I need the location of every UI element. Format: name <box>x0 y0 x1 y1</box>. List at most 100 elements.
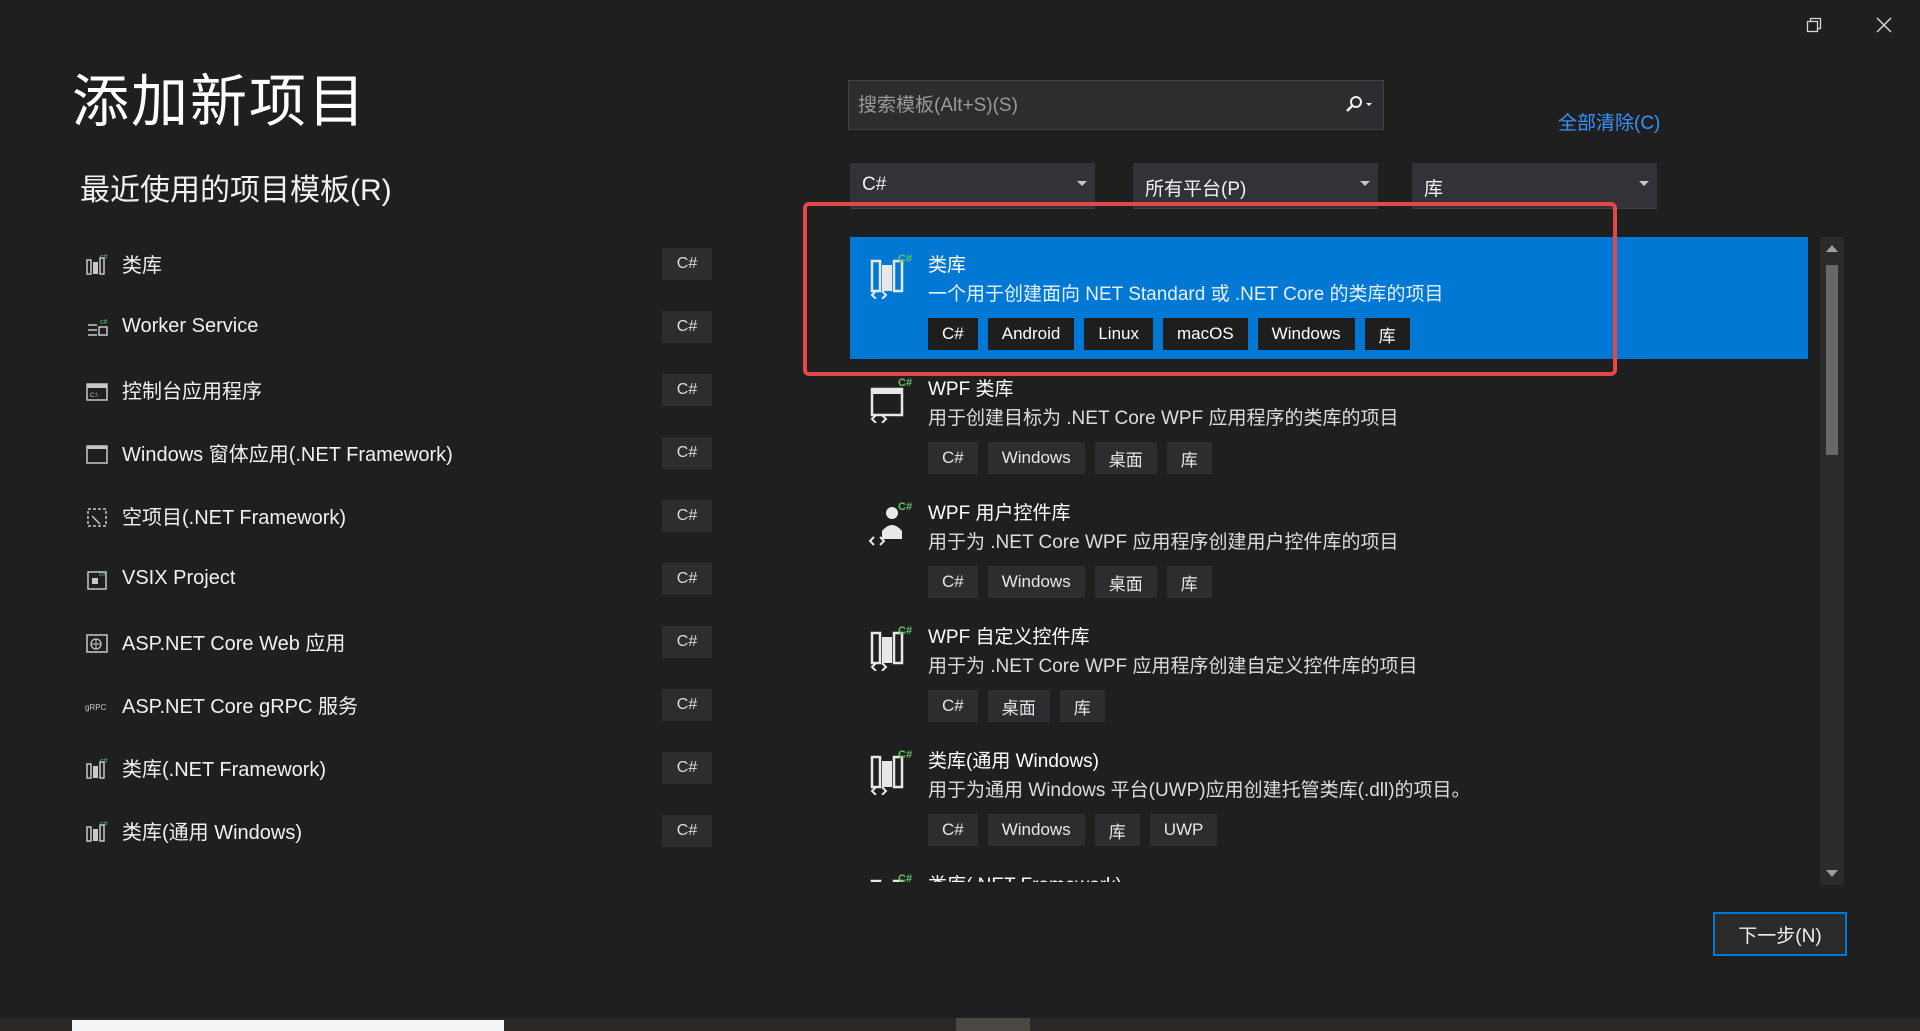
svg-text:C#: C# <box>898 501 912 513</box>
template-tag: C# <box>928 690 978 722</box>
project-type-filter-value: 库 <box>1424 179 1444 200</box>
recent-template-item[interactable]: ASP.NET Core Web 应用 C# <box>82 610 712 673</box>
svg-text:gRPC: gRPC <box>85 703 107 712</box>
language-filter-value: C# <box>862 174 887 195</box>
svg-text:c#: c# <box>99 572 106 578</box>
recent-template-label: 类库 <box>122 255 162 277</box>
clear-all-link[interactable]: 全部清除(C) <box>1558 108 1660 135</box>
template-tag: UWP <box>1149 814 1218 846</box>
language-badge: C# <box>662 562 712 595</box>
class-library-icon-wrapper: c# <box>84 755 110 781</box>
template-tag: 库 <box>1166 566 1212 598</box>
scroll-down-arrow-icon[interactable] <box>1826 870 1838 877</box>
language-badge: C# <box>662 247 712 280</box>
class-library-icon: c# <box>86 254 108 275</box>
template-tag: 库 <box>1166 442 1212 474</box>
empty-project-icon-wrapper <box>84 503 110 529</box>
template-name: WPF 自定义控件库 <box>928 627 1090 648</box>
svg-text:c#: c# <box>100 254 108 261</box>
vsix-project-icon: c# <box>87 570 107 590</box>
vsix-project-icon-wrapper: c# <box>84 566 110 592</box>
template-tag: C# <box>928 442 978 474</box>
worker-service-icon-wrapper: c# <box>84 314 110 340</box>
recent-templates-heading: 最近使用的项目模板(R) <box>80 174 392 207</box>
template-icon: C# <box>868 623 916 672</box>
recent-template-label: Windows 窗体应用(.NET Framework) <box>122 444 453 466</box>
recent-template-item[interactable]: 空项目(.NET Framework) C# <box>82 484 712 547</box>
recent-template-item[interactable]: gRPC ASP.NET Core gRPC 服务 C# <box>82 673 712 736</box>
template-tag: Windows <box>987 566 1085 598</box>
template-item[interactable]: C# WPF 自定义控件库用于为 .NET Core WPF 应用程序创建自定义控… <box>850 609 1808 731</box>
recent-template-label: VSIX Project <box>122 567 236 589</box>
worker-service-icon: c# <box>88 319 108 336</box>
search-input[interactable] <box>849 81 1330 131</box>
template-item[interactable]: C# WPF 用户控件库用于为 .NET Core WPF 应用程序创建用户控件库… <box>850 485 1808 607</box>
svg-text:C#: C# <box>898 625 912 637</box>
template-icon: C# <box>868 871 916 882</box>
recent-template-item[interactable]: c# 类库(.NET Framework) C# <box>82 736 712 799</box>
template-icon: C# <box>868 747 916 796</box>
recent-templates-list: c# 类库 C# c# Worker Service C# C:\ 控制台应用程序 C# Wind… <box>82 232 712 862</box>
restore-button[interactable] <box>1790 8 1838 42</box>
scroll-thumb[interactable] <box>1826 265 1838 455</box>
template-tag: 库 <box>1094 814 1140 846</box>
recent-template-item[interactable]: c# Worker Service C# <box>82 295 712 358</box>
taskbar-active-item[interactable] <box>956 1018 1030 1031</box>
template-icon: C# <box>868 499 916 547</box>
class-library-icon-wrapper: c# <box>84 818 110 844</box>
class-library-icon: c# <box>86 821 108 842</box>
recent-template-label: Worker Service <box>122 315 259 337</box>
selection-highlight-box <box>803 202 1617 376</box>
language-badge: C# <box>662 436 712 469</box>
close-icon <box>1876 17 1892 33</box>
template-tag: C# <box>928 814 978 846</box>
next-button[interactable]: 下一步(N) <box>1713 912 1847 956</box>
svg-text:c#: c# <box>100 821 108 828</box>
taskbar-thumbnail[interactable] <box>72 1020 504 1031</box>
template-item[interactable]: C# WPF 类库 用于创建目标为 .NET Core WPF 应用程序的类库的项目… <box>850 361 1808 483</box>
language-badge: C# <box>662 688 712 721</box>
recent-template-item[interactable]: c# VSIX Project C# <box>82 547 712 610</box>
recent-template-label: ASP.NET Core Web 应用 <box>122 633 346 655</box>
chevron-down-icon <box>1077 181 1087 186</box>
recent-template-item[interactable]: c# 类库 C# <box>82 232 712 295</box>
scroll-up-arrow-icon[interactable] <box>1826 245 1838 252</box>
template-description: 用于为 .NET Core WPF 应用程序创建自定义控件库的项目 <box>928 656 1418 677</box>
search-button[interactable] <box>1337 89 1379 121</box>
console-app-icon: C:\ <box>86 382 108 401</box>
grpc-icon-wrapper: gRPC <box>84 692 110 718</box>
template-tag: Windows <box>987 442 1085 474</box>
template-name: WPF 类库 <box>928 379 1014 400</box>
template-list-scrollbar[interactable] <box>1820 237 1844 885</box>
recent-template-item[interactable]: c# 类库(通用 Windows) C# <box>82 799 712 862</box>
chevron-down-icon <box>1639 181 1649 186</box>
template-description: 用于为 .NET Core WPF 应用程序创建用户控件库的项目 <box>928 532 1399 553</box>
template-tag: 桌面 <box>1094 442 1157 474</box>
template-tag: Windows <box>987 814 1085 846</box>
template-name: 类库(.NET Framework) <box>928 870 1122 882</box>
class-library-icon: C# <box>870 873 912 882</box>
page-title: 添加新项目 <box>72 70 367 134</box>
recent-template-item[interactable]: C:\ 控制台应用程序 C# <box>82 358 712 421</box>
template-tags: C# Windows 库 UWP <box>928 814 1218 846</box>
grpc-icon: gRPC <box>85 703 107 712</box>
web-app-icon-wrapper <box>84 629 110 655</box>
platform-filter-value: 所有平台(P) <box>1145 179 1247 200</box>
wpf-custom-control-icon: C# <box>870 625 912 672</box>
template-description: 用于为通用 Windows 平台(UWP)应用创建托管类库(.dll)的项目。 <box>928 780 1471 801</box>
wpf-user-control-icon: C# <box>868 501 912 546</box>
recent-template-label: ASP.NET Core gRPC 服务 <box>122 696 359 718</box>
template-tags: C# Windows 桌面库 <box>928 566 1212 598</box>
template-name: WPF 用户控件库 <box>928 503 1071 524</box>
recent-template-label: 类库(通用 Windows) <box>122 822 303 844</box>
recent-template-item[interactable]: Windows 窗体应用(.NET Framework) C# <box>82 421 712 484</box>
console-app-icon-wrapper: C:\ <box>84 377 110 403</box>
search-box[interactable] <box>848 80 1384 131</box>
template-tag: 桌面 <box>987 690 1050 722</box>
template-item[interactable]: C# 类库(.NET Framework) <box>850 857 1808 882</box>
close-button[interactable] <box>1860 8 1908 42</box>
recent-template-label: 控制台应用程序 <box>122 381 262 403</box>
template-item[interactable]: C# 类库(通用 Windows) 用于为通用 Windows 平台(UWP)应用创… <box>850 733 1808 855</box>
restore-icon <box>1806 17 1822 33</box>
template-tags: C# 桌面库 <box>928 690 1105 722</box>
